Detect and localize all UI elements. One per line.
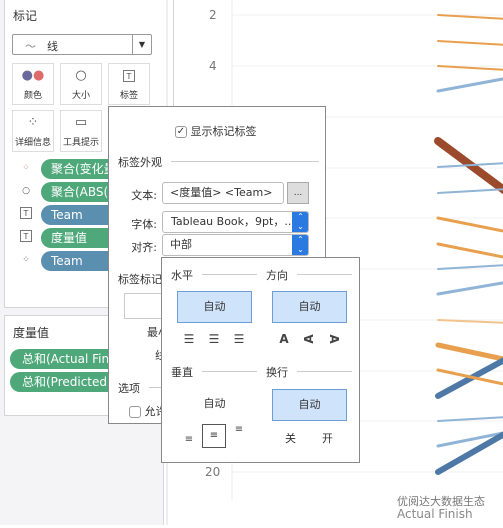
label-marks-title: 标签标记 [118,273,162,286]
align-select[interactable]: 中部 ⌃ ⌄ [162,234,309,256]
y-tick: 2 [209,8,217,22]
horizontal-auto-button[interactable]: 自动 [177,291,252,323]
series-line [436,368,503,386]
stepper-icon: ⌃ ⌄ [292,212,308,232]
text-horizontal-icon[interactable]: A [274,332,294,346]
detail-button[interactable]: ⁘ 详细信息 [12,110,54,152]
series-line [437,264,503,270]
alignment-popup: 水平 方向 自动 自动 ☰ ☰ ☰ A A A 垂直 换行 自动 自动 ≡ ≡ … [161,257,360,463]
size-icon: ○ [22,186,30,196]
color-label: 颜色 [23,91,42,101]
edit-text-button[interactable]: ... [287,182,309,204]
checkbox-icon [129,406,141,418]
tooltip-label: 工具提示 [62,138,99,148]
stepper-icon: ⌃ ⌄ [292,235,308,255]
align-left-icon[interactable]: ☰ [179,332,199,346]
text-label: 文本: [131,189,157,202]
direction-auto-button[interactable]: 自动 [272,291,347,323]
tooltip-button[interactable]: ▭ 工具提示 [60,110,102,152]
show-labels-text: 显示标记标签 [190,125,257,138]
align-top-icon[interactable]: ≡ [229,424,249,435]
label-text-icon: T [19,230,33,244]
marks-card-title: 标记 [13,9,38,23]
font-value: Tableau Book，9pt，.. [171,215,292,228]
series-line [437,188,503,194]
detail-dots-icon: ⁘ [27,115,39,130]
show-labels-checkbox[interactable]: ✓ 显示标记标签 [175,123,257,139]
horizontal-title: 水平 [171,269,193,282]
series-line [437,14,503,20]
size-icon: ○ [75,68,87,83]
series-line [436,242,503,259]
series-line [436,77,503,93]
label-text-icon: T [109,64,149,88]
y-tick: 4 [209,59,217,73]
series-line [435,342,503,362]
vertical-auto-button[interactable]: 自动 [177,389,252,421]
text-field[interactable]: <度量值> <Team> [162,182,284,204]
label-text-icon: T [19,207,33,221]
series-line [437,416,503,422]
color-dots-icon: ●● [21,68,45,83]
mark-type-value: 线 [47,40,58,53]
mark-type-dropdown[interactable]: 〜 线 ▼ [12,34,152,55]
align-label: 对齐: [131,241,157,254]
options-title: 选项 [118,382,140,395]
series-line [437,40,503,46]
checkmark-icon: ✓ [175,126,187,138]
text-rotate-up-icon[interactable]: A [302,329,316,349]
wrap-auto-button[interactable]: 自动 [272,389,347,421]
align-right-icon[interactable]: ☰ [229,332,249,346]
y-tick: 20 [205,465,221,479]
text-rotate-down-icon[interactable]: A [327,329,341,349]
x-axis-label: Actual Finish [397,507,473,521]
line-chart-icon: 〜 [25,40,36,53]
label-button[interactable]: T 标签 [108,63,150,105]
wrap-on-button[interactable]: 开 [322,430,333,446]
measures-card-title: 度量值 [13,326,50,340]
font-label: 字体: [131,218,157,231]
color-dots-icon: ⁘ [22,163,30,173]
size-label: 大小 [71,91,90,101]
detail-dots-icon: ⁘ [22,255,30,265]
series-line [436,216,503,233]
font-select[interactable]: Tableau Book，9pt，.. ⌃ ⌄ [162,211,309,233]
align-value: 中部 [170,238,192,251]
wrap-off-button[interactable]: 关 [285,430,296,446]
detail-label: 详细信息 [14,138,51,148]
align-center-icon[interactable]: ☰ [204,332,224,346]
vertical-title: 垂直 [171,366,193,379]
chevron-down-icon: ▼ [132,35,151,54]
wrap-title: 换行 [266,366,288,379]
series-line [435,431,503,475]
series-line [436,281,503,296]
tooltip-icon: ▭ [74,115,88,130]
appearance-title: 标签外观 [118,156,162,169]
color-button[interactable]: ●● 颜色 [12,63,54,105]
size-button[interactable]: ○ 大小 [60,63,102,105]
align-middle-icon[interactable]: ≡ [202,424,226,448]
series-line [437,65,503,71]
align-bottom-icon[interactable]: ≡ [179,434,199,445]
direction-title: 方向 [266,269,288,282]
label-label: 标签 [119,91,138,101]
